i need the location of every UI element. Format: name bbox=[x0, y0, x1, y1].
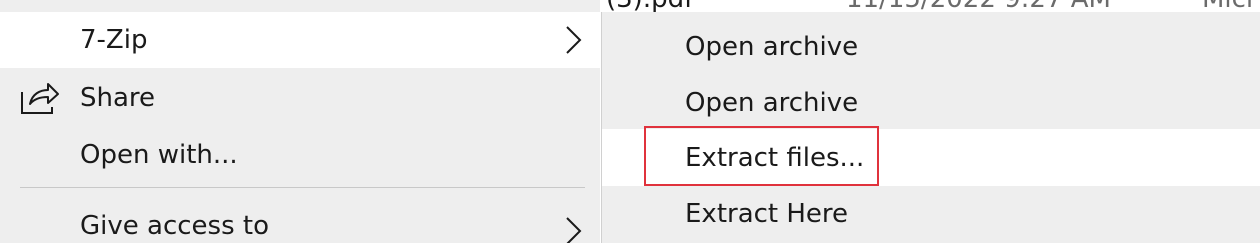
submenu-item-open-archive[interactable]: Open archive bbox=[602, 18, 1260, 75]
menu-item-label: Share bbox=[80, 83, 156, 113]
submenu-item-label: Open archive bbox=[685, 32, 859, 62]
menu-item-label: 7-Zip bbox=[80, 25, 148, 55]
menu-item-share[interactable]: Share bbox=[0, 70, 600, 126]
share-icon bbox=[21, 83, 59, 114]
submenu-item-label: Open archive bbox=[685, 88, 859, 118]
submenu-item-label: Extract Here bbox=[685, 199, 849, 229]
chevron-right-icon bbox=[566, 26, 582, 54]
menu-item-open-with[interactable]: Open with... bbox=[0, 127, 600, 183]
menu-item-label: Open with... bbox=[80, 140, 238, 170]
file-date: 11/15/2022 9:27 AM bbox=[846, 0, 1111, 12]
submenu-item-extract-here[interactable]: Extract Here bbox=[602, 186, 1260, 243]
submenu-item-open-archive-2[interactable]: Open archive bbox=[602, 74, 1260, 131]
highlight-box bbox=[644, 126, 879, 186]
menu-item-give-access[interactable]: Give access to bbox=[0, 203, 600, 243]
menu-item-label: Give access to bbox=[80, 211, 269, 241]
chevron-right-icon bbox=[566, 217, 582, 243]
file-name: (3).pdf bbox=[606, 0, 693, 12]
menu-item-7zip[interactable]: 7-Zip bbox=[0, 12, 600, 68]
menu-divider bbox=[20, 187, 585, 188]
context-menu: 7-Zip Share Open with... Give access to bbox=[0, 0, 600, 243]
file-type: Micr bbox=[1202, 0, 1257, 12]
file-list-row: (3).pdf 11/15/2022 9:27 AM Micr bbox=[600, 0, 1260, 12]
